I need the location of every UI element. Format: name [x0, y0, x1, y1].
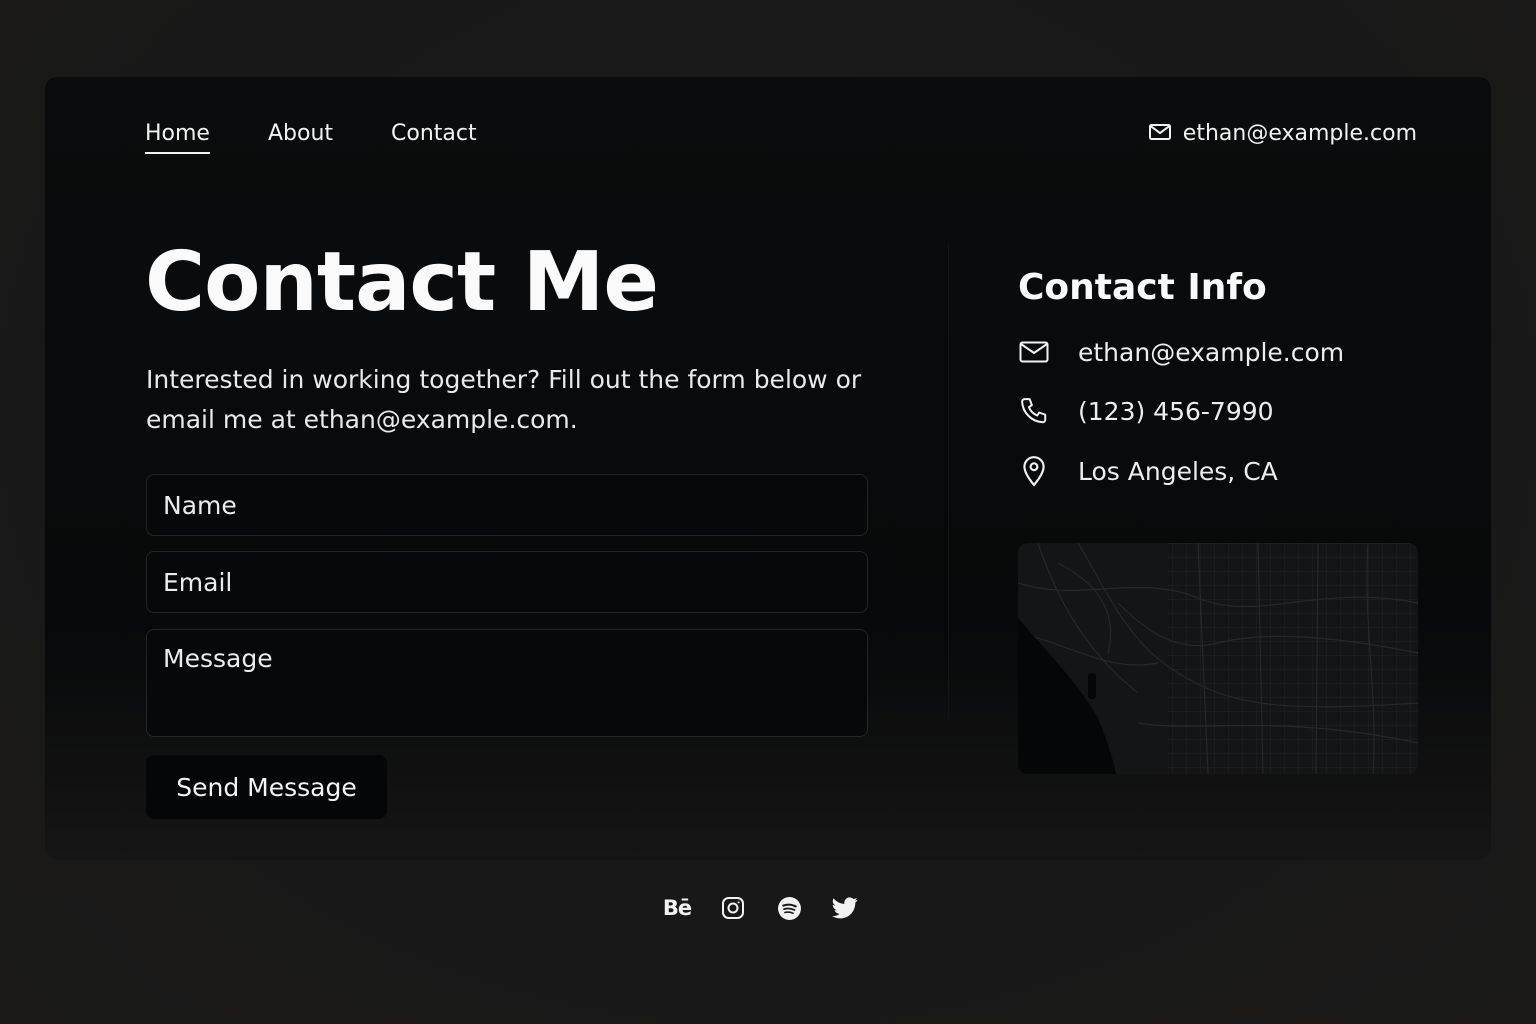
contact-location-text: Los Angeles, CA	[1078, 456, 1278, 486]
contact-email-text: ethan@example.com	[1078, 337, 1345, 367]
mail-icon	[1018, 336, 1050, 368]
mail-icon	[1148, 121, 1171, 146]
column-divider	[948, 242, 949, 722]
message-textarea[interactable]	[146, 629, 868, 737]
social-links: Bē	[663, 895, 858, 921]
page: Home About Contact ethan@example.com Con…	[0, 0, 1536, 1024]
intro-text: Interested in working together? Fill out…	[146, 365, 862, 434]
instagram-icon[interactable]	[720, 895, 746, 921]
nav-about[interactable]: About	[268, 121, 333, 154]
page-title: Contact Me	[145, 235, 659, 330]
twitter-icon[interactable]	[832, 895, 858, 921]
spotify-icon[interactable]	[776, 895, 802, 921]
location-map[interactable]	[1018, 543, 1418, 774]
contact-info-phone: (123) 456-7990	[1018, 395, 1274, 427]
phone-icon	[1018, 395, 1050, 427]
contact-phone-text: (123) 456-7990	[1078, 396, 1274, 426]
nav-email-link[interactable]: ethan@example.com	[1148, 121, 1417, 146]
map-graphic	[1018, 543, 1418, 774]
email-input[interactable]	[146, 551, 868, 613]
main-nav: Home About Contact	[145, 121, 477, 154]
contact-info-location: Los Angeles, CA	[1018, 455, 1278, 487]
nav-home[interactable]: Home	[145, 121, 210, 154]
name-input[interactable]	[146, 474, 868, 536]
send-message-button[interactable]: Send Message	[146, 755, 387, 819]
contact-card: Home About Contact ethan@example.com Con…	[45, 77, 1491, 860]
nav-email-text: ethan@example.com	[1182, 121, 1417, 146]
contact-info-email: ethan@example.com	[1018, 336, 1344, 368]
contact-info-title: Contact Info	[1018, 267, 1267, 308]
nav-contact[interactable]: Contact	[391, 121, 477, 154]
behance-icon[interactable]: Bē	[663, 895, 692, 921]
location-pin-icon	[1018, 455, 1050, 487]
